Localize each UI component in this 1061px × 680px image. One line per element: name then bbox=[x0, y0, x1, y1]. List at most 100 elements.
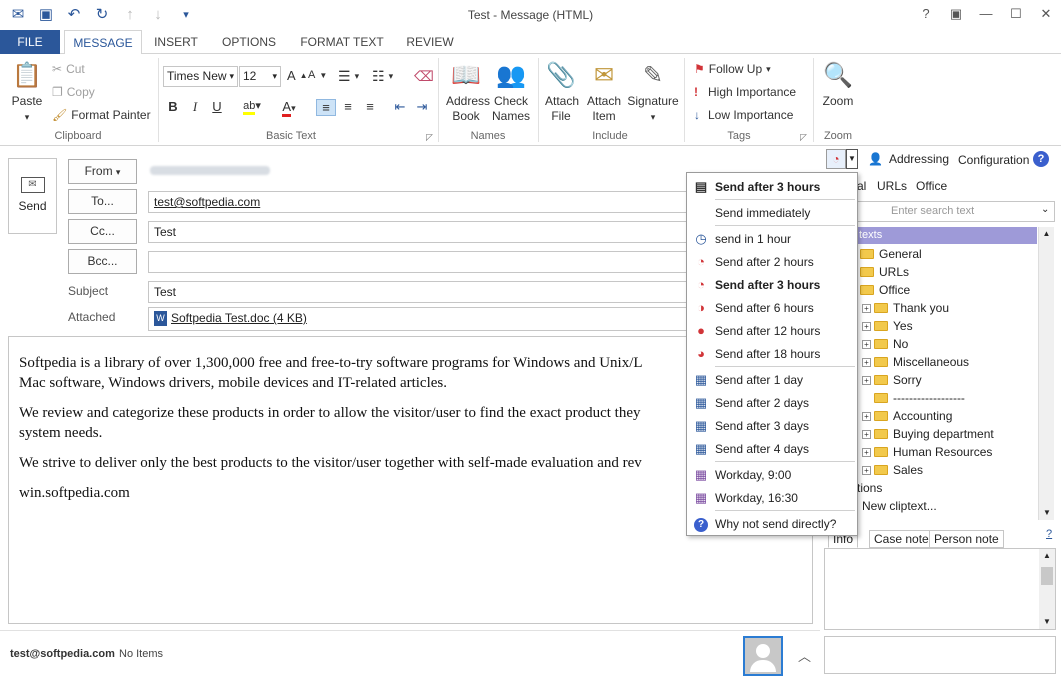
attachment-item[interactable]: Softpedia Test.doc (4 KB) bbox=[171, 311, 307, 325]
bullets-icon[interactable]: ☰ ▾ bbox=[338, 68, 359, 85]
tab-file[interactable]: FILE bbox=[0, 30, 60, 54]
font-color-icon[interactable]: A▾ bbox=[274, 99, 304, 117]
minimize-icon[interactable]: — bbox=[971, 0, 1001, 28]
send-button[interactable]: ✉ Send bbox=[8, 158, 57, 234]
bold-icon[interactable]: B bbox=[163, 99, 183, 114]
menu-item-4-days[interactable]: ▦ Send after 4 days bbox=[687, 437, 857, 460]
help-icon[interactable]: ? bbox=[1033, 151, 1049, 167]
signature-button[interactable]: ✎ Signature ▾ bbox=[626, 60, 680, 125]
tree-item[interactable]: + Miscellaneous bbox=[862, 353, 969, 371]
panel-scrollbar[interactable]: ▲ ▼ bbox=[1038, 227, 1054, 520]
tree-item[interactable]: + Yes bbox=[862, 317, 913, 335]
search-input[interactable]: Enter search text bbox=[857, 201, 1055, 222]
align-right-icon[interactable]: ≡ bbox=[360, 99, 380, 114]
tab-review[interactable]: REVIEW bbox=[400, 30, 460, 54]
menu-item-why-not-send-directly[interactable]: ? Why not send directly? bbox=[687, 512, 857, 535]
send-later-icon[interactable]: ◔ bbox=[826, 149, 846, 169]
tree-item[interactable]: + Thank you bbox=[862, 299, 949, 317]
menu-item-send-immediately[interactable]: Send immediately bbox=[687, 201, 857, 224]
attach-item-button[interactable]: ✉ Attach Item bbox=[584, 60, 624, 124]
zoom-button[interactable]: 🔍 Zoom bbox=[818, 60, 858, 109]
font-name-select[interactable]: Times New ▾ bbox=[163, 66, 238, 87]
paste-button[interactable]: 📋 Paste ▾ bbox=[8, 60, 46, 125]
chevron-down-icon[interactable]: ⌄ bbox=[1041, 204, 1049, 215]
tree-item[interactable]: + Buying department bbox=[862, 425, 994, 443]
tree-item[interactable]: + Sorry bbox=[862, 371, 922, 389]
font-size-select[interactable]: 12 ▾ bbox=[239, 66, 281, 87]
high-importance-button[interactable]: ! High Importance bbox=[694, 85, 796, 99]
menu-item-send-after-3-hours[interactable]: ▤ Send after 3 hours bbox=[687, 175, 857, 198]
send-later-dropdown[interactable]: ▼ bbox=[846, 149, 858, 169]
format-painter-button[interactable]: 🖌 Format Painter bbox=[52, 108, 151, 122]
tree-item[interactable]: Office bbox=[860, 281, 910, 299]
menu-item-2-hours[interactable]: ◔ Send after 2 hours bbox=[687, 250, 857, 273]
address-book-button[interactable]: 📖 Address Book bbox=[443, 60, 490, 124]
tab-format-text[interactable]: FORMAT TEXT bbox=[292, 30, 392, 54]
menu-item-12-hours[interactable]: ● Send after 12 hours bbox=[687, 319, 857, 342]
dialog-launcher-icon[interactable]: ◸ bbox=[426, 132, 433, 143]
configuration-button[interactable]: Configuration bbox=[958, 153, 1029, 167]
panel-tab-case-note[interactable]: Case note bbox=[869, 530, 934, 548]
panel-help-link[interactable]: ? bbox=[1046, 528, 1052, 540]
cc-button[interactable]: Cc... bbox=[68, 219, 137, 244]
expand-icon[interactable]: + bbox=[862, 375, 871, 385]
tab-options[interactable]: OPTIONS bbox=[212, 30, 286, 54]
menu-item-workday-9[interactable]: ▦ Workday, 9:00 bbox=[687, 463, 857, 486]
check-names-button[interactable]: 👥 Check Names bbox=[490, 60, 532, 124]
clear-formatting-icon[interactable]: ⌫ bbox=[414, 68, 434, 85]
low-importance-button[interactable]: ↓ Low Importance bbox=[694, 108, 793, 122]
tab-insert[interactable]: INSERT bbox=[146, 30, 206, 54]
expand-icon[interactable]: + bbox=[862, 303, 871, 313]
avatar[interactable] bbox=[743, 636, 783, 676]
align-center-icon[interactable]: ≡ bbox=[338, 99, 358, 114]
menu-item-1-day[interactable]: ▦ Send after 1 day bbox=[687, 368, 857, 391]
decrease-indent-icon[interactable]: ⇤ bbox=[390, 99, 410, 115]
tree-item[interactable]: ------------------ bbox=[874, 389, 965, 407]
to-button[interactable]: To... bbox=[68, 189, 137, 214]
expand-icon[interactable]: + bbox=[862, 429, 871, 439]
restore-ribbon-icon[interactable]: ▣ bbox=[941, 0, 971, 28]
tree-item[interactable]: + No bbox=[862, 335, 908, 353]
menu-item-2-days[interactable]: ▦ Send after 2 days bbox=[687, 391, 857, 414]
tree-item[interactable]: URLs bbox=[860, 263, 909, 281]
expand-icon[interactable]: + bbox=[862, 357, 871, 367]
expand-icon[interactable]: + bbox=[862, 465, 871, 475]
dialog-launcher-icon[interactable]: ◸ bbox=[800, 132, 807, 143]
expand-icon[interactable]: + bbox=[862, 411, 871, 421]
highlight-icon[interactable]: ab▾ bbox=[236, 99, 268, 115]
addressing-button[interactable]: 👤 Addressing bbox=[868, 152, 949, 166]
tree-item[interactable]: General bbox=[860, 245, 922, 263]
panel-tab-office[interactable]: Office bbox=[916, 179, 947, 193]
menu-item-18-hours[interactable]: ◕ Send after 18 hours bbox=[687, 342, 857, 365]
tab-message[interactable]: MESSAGE bbox=[64, 30, 142, 55]
tree-item[interactable]: + Sales bbox=[862, 461, 923, 479]
maximize-icon[interactable]: ☐ bbox=[1001, 0, 1031, 28]
underline-icon[interactable]: U bbox=[207, 99, 227, 114]
cut-button[interactable]: ✂ Cut bbox=[52, 62, 85, 76]
bcc-button[interactable]: Bcc... bbox=[68, 249, 137, 274]
from-button[interactable]: From ▾ bbox=[68, 159, 137, 184]
menu-item-6-hours[interactable]: ◑ Send after 6 hours bbox=[687, 296, 857, 319]
grow-font-icon[interactable]: A ▲ bbox=[287, 68, 308, 83]
tree-item[interactable]: + Accounting bbox=[862, 407, 952, 425]
menu-item-1-hour[interactable]: ◷ send in 1 hour bbox=[687, 227, 857, 250]
close-icon[interactable]: ✕ bbox=[1031, 0, 1061, 28]
numbering-icon[interactable]: ☷ ▾ bbox=[372, 68, 393, 85]
expand-icon[interactable]: + bbox=[862, 447, 871, 457]
expand-icon[interactable]: + bbox=[862, 321, 871, 331]
expand-icon[interactable]: + bbox=[862, 339, 871, 349]
panel-tab-person-note[interactable]: Person note bbox=[929, 530, 1004, 548]
panel-tab-general[interactable]: al bbox=[857, 179, 866, 193]
chevron-up-icon[interactable]: ︿ bbox=[798, 646, 811, 665]
tree-item[interactable]: + Human Resources bbox=[862, 443, 992, 461]
help-icon[interactable]: ? bbox=[911, 0, 941, 28]
attach-file-button[interactable]: 📎 Attach File bbox=[540, 60, 582, 124]
follow-up-button[interactable]: ⚑ Follow Up ▾ bbox=[694, 62, 771, 76]
menu-item-3-days[interactable]: ▦ Send after 3 days bbox=[687, 414, 857, 437]
panel-tab-urls[interactable]: URLs bbox=[877, 179, 907, 193]
new-cliptext-item[interactable]: New cliptext... bbox=[862, 497, 937, 515]
increase-indent-icon[interactable]: ⇥ bbox=[412, 99, 432, 115]
align-left-icon[interactable]: ≡ bbox=[316, 99, 336, 116]
shrink-font-icon[interactable]: A ▼ bbox=[308, 69, 327, 81]
menu-item-3-hours[interactable]: ◔ Send after 3 hours bbox=[687, 273, 857, 296]
